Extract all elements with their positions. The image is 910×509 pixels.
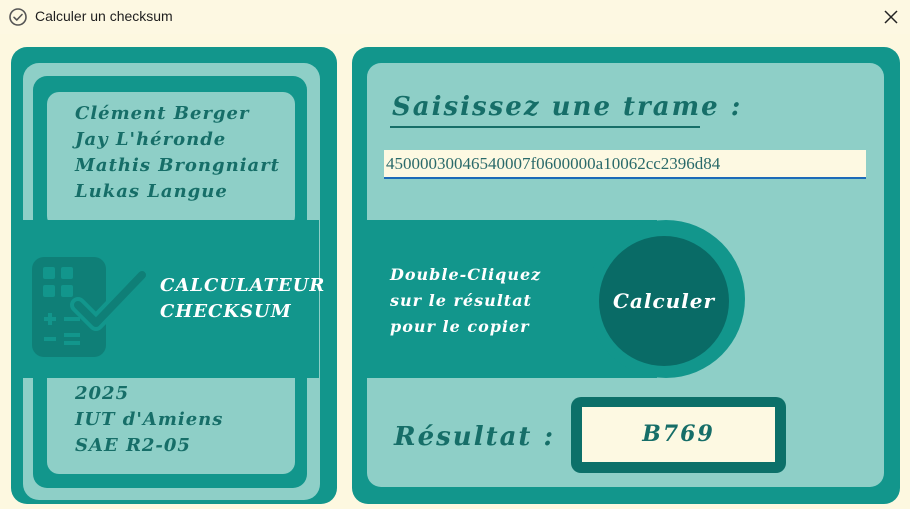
label-underline [390, 126, 700, 128]
frame-input-label: Saisissez une trame : [392, 92, 743, 122]
author-name: Lukas Langue [75, 181, 228, 202]
copy-hint-line: sur le résultat [390, 291, 532, 310]
author-name: Jay L'héronde [75, 129, 227, 150]
author-name: Mathis Brongniart [75, 155, 280, 176]
copy-hint-line: Double-Cliquez [390, 265, 542, 284]
info-year: 2025 [75, 383, 130, 404]
window-title: Calculer un checksum [35, 8, 173, 24]
app-name-line2: CHECKSUM [160, 301, 292, 322]
result-label: Résultat : [394, 422, 556, 452]
frame-input[interactable] [384, 150, 866, 179]
result-value[interactable]: B769 [582, 407, 775, 462]
app-name-line1: CALCULATEUR [160, 275, 326, 296]
calculate-button[interactable]: Calculer [599, 236, 729, 366]
title-bar: Calculer un checksum [0, 0, 910, 34]
calculate-button-label: Calculer [612, 289, 716, 313]
check-circle-icon [9, 8, 27, 26]
close-icon [884, 10, 898, 24]
calculator-check-icon [32, 257, 146, 357]
author-name: Clément Berger [75, 103, 250, 124]
info-course: SAE R2-05 [75, 435, 191, 456]
info-school: IUT d'Amiens [75, 409, 224, 430]
copy-hint-line: pour le copier [390, 317, 530, 336]
close-button[interactable] [876, 3, 906, 31]
